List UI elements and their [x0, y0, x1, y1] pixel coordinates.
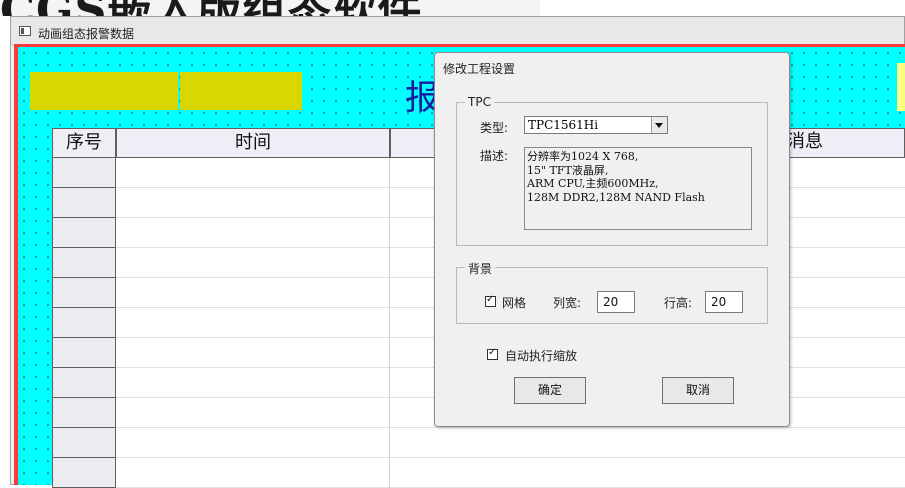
auto-scale-checkbox[interactable]	[487, 347, 498, 360]
table-cell[interactable]	[116, 308, 390, 338]
type-select[interactable]: TPC1561Hi	[524, 116, 668, 134]
type-select-value: TPC1561Hi	[528, 118, 599, 132]
table-cell[interactable]	[52, 398, 116, 428]
desc-line: 15" TFT液晶屏,	[527, 163, 609, 177]
cancel-button[interactable]: 取消	[662, 377, 734, 404]
window-titlebar[interactable]: 动画组态报警数据	[11, 17, 904, 46]
desc-line: 分辨率为1024 X 768,	[527, 150, 639, 163]
table-cell[interactable]	[52, 218, 116, 248]
project-settings-dialog: 修改工程设置 TPC 类型: TPC1561Hi 描述: 分辨率为1024 X …	[434, 52, 790, 427]
desc-line: ARM CPU,主频600MHz,	[527, 177, 659, 190]
table-cell[interactable]	[52, 188, 116, 218]
table-cell[interactable]	[116, 398, 390, 428]
desc-label: 描述:	[480, 149, 509, 163]
banner-title: CGS嵌入版组态软件	[0, 0, 422, 16]
table-row[interactable]	[52, 428, 905, 458]
col-width-label: 列宽:	[553, 296, 582, 310]
header-time: 时间	[116, 128, 390, 158]
table-cell[interactable]	[116, 188, 390, 218]
top-banner: CGS嵌入版组态软件	[0, 0, 540, 16]
table-cell[interactable]	[52, 368, 116, 398]
table-cell[interactable]	[52, 248, 116, 278]
yellow-button-right[interactable]	[180, 72, 302, 110]
table-cell[interactable]	[52, 338, 116, 368]
yellow-button-left[interactable]	[30, 72, 178, 110]
background-group-label: 背景	[465, 260, 496, 277]
desc-line: 128M DDR2,128M NAND Flash	[527, 190, 705, 204]
table-cell[interactable]	[116, 278, 390, 308]
table-cell[interactable]	[116, 428, 390, 458]
grid-checkbox[interactable]	[485, 294, 496, 307]
table-cell[interactable]	[52, 308, 116, 338]
table-cell[interactable]	[116, 248, 390, 278]
row-height-label: 行高:	[664, 296, 693, 310]
chevron-down-icon[interactable]	[651, 117, 667, 133]
row-height-input[interactable]: 20	[705, 291, 743, 313]
tpc-group-label: TPC	[465, 95, 494, 109]
dialog-title: 修改工程设置	[443, 62, 516, 76]
table-row[interactable]	[52, 458, 905, 488]
table-cell[interactable]	[116, 368, 390, 398]
header-seq: 序号	[52, 128, 116, 158]
auto-scale-label: 自动执行缩放	[505, 349, 578, 363]
header-message: 消息	[787, 131, 823, 152]
window-icon	[19, 26, 31, 36]
col-width-input[interactable]: 20	[597, 291, 635, 313]
table-cell[interactable]	[116, 458, 390, 488]
table-cell[interactable]	[52, 278, 116, 308]
table-cell[interactable]	[52, 158, 116, 188]
yellow-block-edge[interactable]	[897, 63, 905, 111]
table-cell[interactable]	[52, 458, 116, 488]
table-cell[interactable]	[390, 458, 905, 488]
type-label: 类型:	[480, 121, 509, 135]
table-cell[interactable]	[116, 338, 390, 368]
window-title: 动画组态报警数据	[38, 27, 135, 41]
table-cell[interactable]	[116, 218, 390, 248]
table-cell[interactable]	[116, 158, 390, 188]
description-textarea[interactable]: 分辨率为1024 X 768, 15" TFT液晶屏, ARM CPU,主频60…	[524, 147, 752, 230]
ok-button[interactable]: 确定	[514, 377, 586, 404]
table-cell[interactable]	[52, 428, 116, 458]
table-cell[interactable]	[390, 428, 905, 458]
grid-label: 网格	[502, 296, 527, 310]
